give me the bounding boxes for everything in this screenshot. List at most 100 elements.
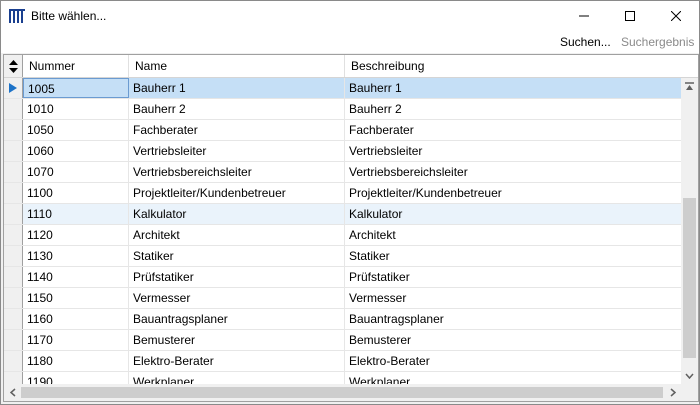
scroll-left-button[interactable]: [4, 384, 21, 401]
table-row[interactable]: 1005 Bauherr 1 Bauherr 1: [4, 78, 681, 99]
cell-nummer[interactable]: 1150: [23, 288, 129, 308]
selection-dialog: Bitte wählen... Suchen... Suchergebnis N…: [0, 0, 700, 405]
current-row-icon: [9, 83, 17, 93]
cell-nummer[interactable]: 1180: [23, 351, 129, 371]
scroll-right-button[interactable]: [664, 384, 681, 401]
row-header[interactable]: [4, 309, 23, 329]
table-row[interactable]: 1060 Vertriebsleiter Vertriebsleiter: [4, 141, 681, 162]
cell-nummer[interactable]: 1060: [23, 141, 129, 161]
search-result-button[interactable]: Suchergebnis: [621, 35, 694, 49]
cell-name[interactable]: Kalkulator: [129, 204, 345, 224]
cell-name[interactable]: Vertriebsbereichsleiter: [129, 162, 345, 182]
close-icon: [671, 11, 681, 21]
table-row[interactable]: 1140 Prüfstatiker Prüfstatiker: [4, 267, 681, 288]
close-button[interactable]: [653, 1, 699, 31]
cell-name[interactable]: Bemusterer: [129, 330, 345, 350]
scroll-up-button[interactable]: [681, 78, 698, 95]
row-header[interactable]: [4, 78, 23, 98]
cell-beschreibung[interactable]: Bauherr 2: [345, 99, 681, 119]
row-header[interactable]: [4, 330, 23, 350]
cell-nummer[interactable]: 1010: [23, 99, 129, 119]
title-bar: Bitte wählen...: [1, 1, 699, 31]
maximize-icon: [625, 11, 635, 21]
column-header-beschreibung[interactable]: Beschreibung: [345, 55, 681, 77]
table-row[interactable]: 1010 Bauherr 2 Bauherr 2: [4, 99, 681, 120]
toolbar: Suchen... Suchergebnis: [1, 31, 699, 53]
cell-beschreibung[interactable]: Fachberater: [345, 120, 681, 140]
table-row[interactable]: 1150 Vermesser Vermesser: [4, 288, 681, 309]
chevron-down-icon: [685, 373, 694, 379]
row-header[interactable]: [4, 141, 23, 161]
horizontal-scrollbar[interactable]: [4, 384, 681, 401]
row-header[interactable]: [4, 225, 23, 245]
cell-name[interactable]: Bauherr 2: [129, 99, 345, 119]
cell-name[interactable]: Statiker: [129, 246, 345, 266]
cell-nummer[interactable]: 1110: [23, 204, 129, 224]
cell-nummer[interactable]: 1170: [23, 330, 129, 350]
minimize-icon: [579, 15, 589, 17]
table-row[interactable]: 1170 Bemusterer Bemusterer: [4, 330, 681, 351]
sort-updown-icon: [8, 59, 18, 73]
table-row[interactable]: 1160 Bauantragsplaner Bauantragsplaner: [4, 309, 681, 330]
minimize-button[interactable]: [561, 1, 607, 31]
row-header[interactable]: [4, 246, 23, 266]
column-header-nummer[interactable]: Nummer: [23, 55, 129, 77]
row-header[interactable]: [4, 204, 23, 224]
cell-beschreibung[interactable]: Vertriebsbereichsleiter: [345, 162, 681, 182]
vertical-scroll-thumb[interactable]: [683, 198, 696, 358]
cell-nummer[interactable]: 1005: [23, 78, 129, 98]
cell-beschreibung[interactable]: Statiker: [345, 246, 681, 266]
table-row[interactable]: 1050 Fachberater Fachberater: [4, 120, 681, 141]
scroll-top-icon: [685, 82, 694, 90]
cell-nummer[interactable]: 1100: [23, 183, 129, 203]
cell-name[interactable]: Projektleiter/Kundenbetreuer: [129, 183, 345, 203]
sort-toggle-button[interactable]: [4, 55, 23, 77]
cell-beschreibung[interactable]: Architekt: [345, 225, 681, 245]
row-header[interactable]: [4, 183, 23, 203]
row-header[interactable]: [4, 267, 23, 287]
cell-nummer[interactable]: 1130: [23, 246, 129, 266]
cell-nummer[interactable]: 1050: [23, 120, 129, 140]
cell-name[interactable]: Prüfstatiker: [129, 267, 345, 287]
cell-beschreibung[interactable]: Prüfstatiker: [345, 267, 681, 287]
cell-beschreibung[interactable]: Projektleiter/Kundenbetreuer: [345, 183, 681, 203]
cell-name[interactable]: Fachberater: [129, 120, 345, 140]
table-row[interactable]: 1100 Projektleiter/Kundenbetreuer Projektl…: [4, 183, 681, 204]
cell-beschreibung[interactable]: Kalkulator: [345, 204, 681, 224]
row-header[interactable]: [4, 162, 23, 182]
scrollbar-corner: [681, 384, 698, 401]
row-header[interactable]: [4, 288, 23, 308]
table-row[interactable]: 1120 Architekt Architekt: [4, 225, 681, 246]
cell-beschreibung[interactable]: Vermesser: [345, 288, 681, 308]
grid-app-icon: [9, 9, 25, 23]
column-header-name[interactable]: Name: [129, 55, 345, 77]
horizontal-scroll-thumb[interactable]: [21, 387, 663, 398]
maximize-button[interactable]: [607, 1, 653, 31]
row-header[interactable]: [4, 120, 23, 140]
cell-name[interactable]: Bauherr 1: [129, 78, 345, 98]
table-row[interactable]: 1180 Elektro-Berater Elektro-Berater: [4, 351, 681, 372]
cell-nummer[interactable]: 1070: [23, 162, 129, 182]
search-button[interactable]: Suchen...: [560, 35, 611, 49]
cell-name[interactable]: Bauantragsplaner: [129, 309, 345, 329]
cell-beschreibung[interactable]: Elektro-Berater: [345, 351, 681, 371]
cell-name[interactable]: Architekt: [129, 225, 345, 245]
cell-beschreibung[interactable]: Vertriebsleiter: [345, 141, 681, 161]
row-header[interactable]: [4, 351, 23, 371]
table-row[interactable]: 1070 Vertriebsbereichsleiter Vertriebsbere…: [4, 162, 681, 183]
cell-beschreibung[interactable]: Bemusterer: [345, 330, 681, 350]
cell-beschreibung[interactable]: Bauherr 1: [345, 78, 681, 98]
cell-nummer[interactable]: 1120: [23, 225, 129, 245]
cell-beschreibung[interactable]: Bauantragsplaner: [345, 309, 681, 329]
row-header[interactable]: [4, 99, 23, 119]
cell-name[interactable]: Vertriebsleiter: [129, 141, 345, 161]
cell-name[interactable]: Vermesser: [129, 288, 345, 308]
cell-name[interactable]: Elektro-Berater: [129, 351, 345, 371]
data-grid: Nummer Name Beschreibung 1005 Bauherr 1 Ba…: [3, 54, 699, 402]
cell-nummer[interactable]: 1140: [23, 267, 129, 287]
table-row[interactable]: 1130 Statiker Statiker: [4, 246, 681, 267]
scroll-down-button[interactable]: [681, 367, 698, 384]
table-row[interactable]: 1110 Kalkulator Kalkulator: [4, 204, 681, 225]
cell-nummer[interactable]: 1160: [23, 309, 129, 329]
vertical-scrollbar[interactable]: [681, 78, 698, 384]
